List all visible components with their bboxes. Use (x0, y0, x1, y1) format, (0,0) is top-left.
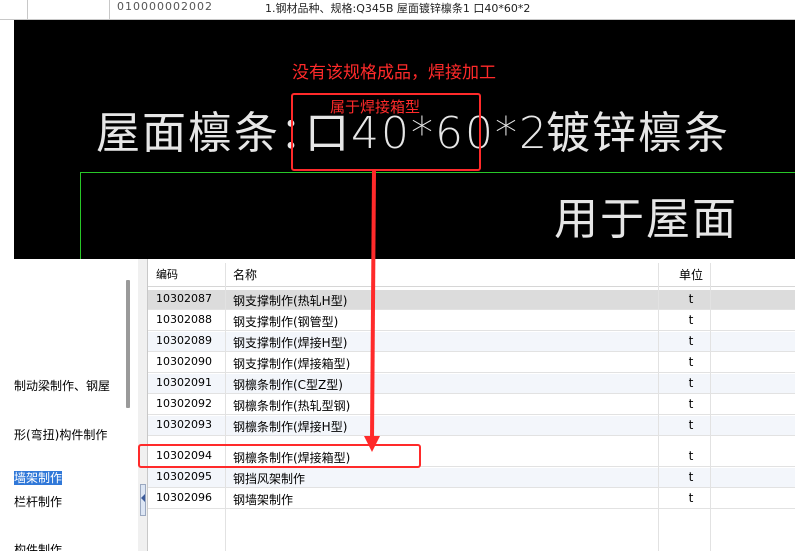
annotation-arrow-icon (364, 170, 380, 452)
